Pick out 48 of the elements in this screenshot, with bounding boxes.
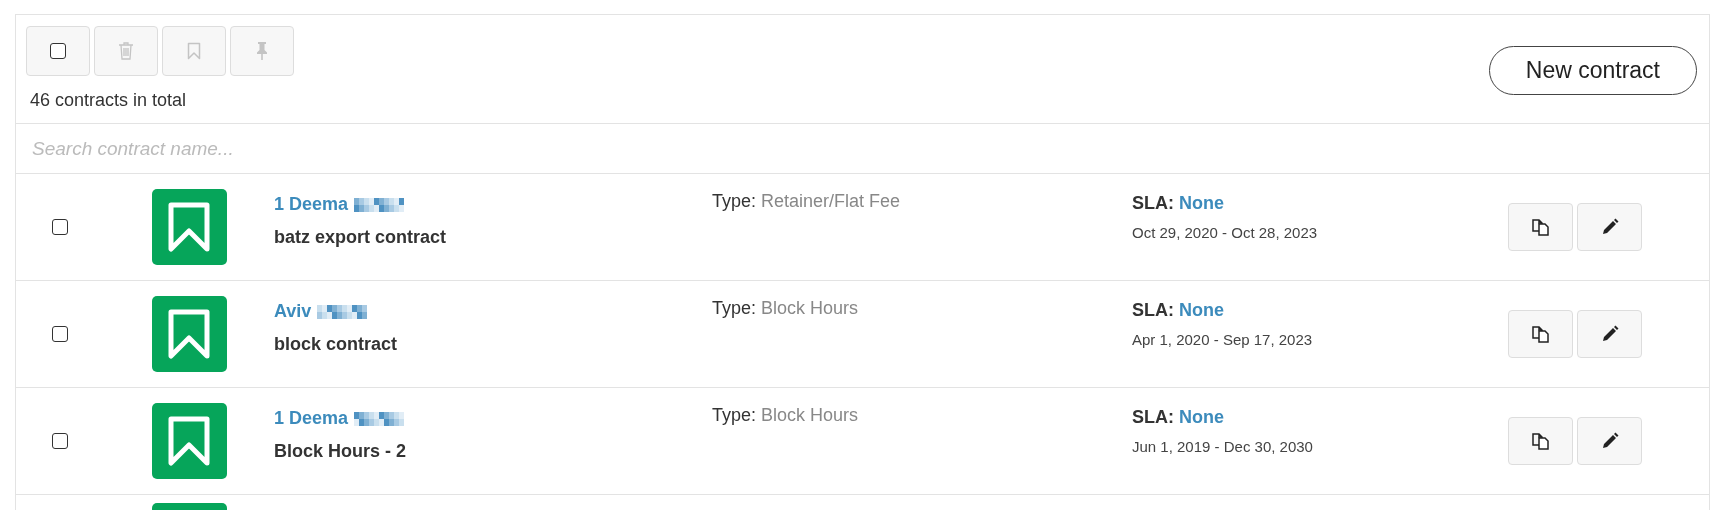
client-link[interactable]: 1 Deema xyxy=(274,194,349,215)
new-contract-button[interactable]: New contract xyxy=(1488,46,1697,95)
type-label: Type: xyxy=(712,405,757,426)
pencil-icon xyxy=(1600,325,1619,343)
bookmark-tile-icon xyxy=(151,189,227,265)
copy-button[interactable] xyxy=(1508,203,1573,251)
copy-icon xyxy=(1530,431,1551,451)
edit-button[interactable] xyxy=(1577,203,1642,251)
type-label: Type: xyxy=(712,298,757,319)
contract-name: batz export contract xyxy=(274,227,448,248)
pixelated-redaction xyxy=(354,197,405,212)
copy-icon xyxy=(1530,324,1551,344)
sla-link[interactable]: None xyxy=(1179,300,1224,321)
date-range: Jun 1, 2019 - Dec 30, 2030 xyxy=(1132,438,1314,455)
type-value: Block Hours xyxy=(761,405,859,426)
sla-link[interactable]: None xyxy=(1179,193,1224,214)
sla-label: SLA: xyxy=(1132,407,1174,428)
bookmark-icon xyxy=(187,42,201,60)
copy-icon xyxy=(1530,217,1551,237)
pencil-icon xyxy=(1600,218,1619,236)
checkbox[interactable] xyxy=(50,43,66,59)
date-range: Oct 29, 2020 - Oct 28, 2023 xyxy=(1132,224,1319,241)
contract-name: Block Hours - 2 xyxy=(274,441,408,462)
checkbox[interactable] xyxy=(52,326,68,342)
edit-button[interactable] xyxy=(1577,310,1642,358)
checkbox[interactable] xyxy=(52,433,68,449)
pixelated-redaction xyxy=(354,411,405,426)
type-label: Type: xyxy=(712,191,757,212)
trash-icon xyxy=(118,42,134,60)
pixelated-redaction xyxy=(317,304,368,319)
sla-label: SLA: xyxy=(1132,193,1174,214)
pin-icon xyxy=(255,41,269,61)
bookmark-tile-icon xyxy=(151,403,227,479)
checkbox[interactable] xyxy=(52,219,68,235)
date-range: Apr 1, 2020 - Sep 17, 2023 xyxy=(1132,331,1314,348)
copy-button[interactable] xyxy=(1508,417,1573,465)
type-value: Retainer/Flat Fee xyxy=(761,191,901,212)
sla-label: SLA: xyxy=(1132,300,1174,321)
pencil-icon xyxy=(1600,432,1619,450)
client-link[interactable]: Aviv xyxy=(274,301,312,322)
contract-name: block contract xyxy=(274,334,399,355)
copy-button[interactable] xyxy=(1508,310,1573,358)
bookmark-tile-icon xyxy=(151,296,227,372)
edit-button[interactable] xyxy=(1577,417,1642,465)
contract-count: 46 contracts in total xyxy=(30,90,188,111)
client-link[interactable]: 1 Deema xyxy=(274,408,349,429)
sla-link[interactable]: None xyxy=(1179,407,1224,428)
type-value: Block Hours xyxy=(761,298,859,319)
